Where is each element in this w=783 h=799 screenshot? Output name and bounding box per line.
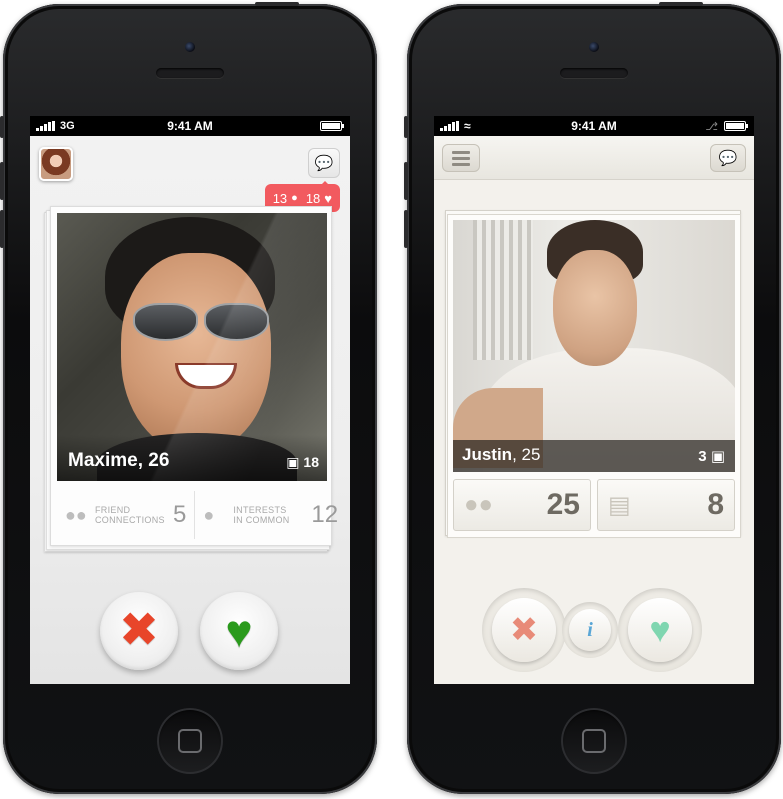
info-icon: i	[587, 618, 593, 641]
profile-card[interactable]: Maxime, 26 ▣ 18 ●● FRIEND CONNECTIONS 5 …	[50, 206, 338, 546]
interests-stat[interactable]: ● INTERESTS IN COMMON 12	[194, 491, 346, 539]
heart-icon: ♥	[225, 605, 253, 657]
user-avatar[interactable]	[39, 147, 73, 181]
bluetooth-icon: ⎇	[705, 120, 718, 133]
status-time: 9:41 AM	[167, 119, 213, 133]
swipe-screen: 💬 13 ● 18 ♥ Maxime, 26 ▣ 18 ●● FRIEND CO…	[30, 136, 350, 684]
profile-stats: ●● 25 ▤ 8	[453, 479, 735, 531]
battery-icon	[320, 121, 344, 131]
photo-face	[553, 250, 637, 366]
chat-bubble-icon: 💬	[718, 150, 738, 167]
friend-connections-stat[interactable]: ●● FRIEND CONNECTIONS 5	[57, 491, 194, 539]
x-icon: ✖	[118, 604, 160, 657]
battery-icon	[724, 121, 748, 131]
profile-photo[interactable]: Justin, 25 3 ▣	[453, 220, 735, 472]
front-camera	[589, 42, 599, 52]
photo-count: ▣ 18	[286, 454, 319, 471]
chat-bubble-icon: 💬	[314, 155, 334, 172]
reject-button[interactable]: ✖	[492, 598, 556, 662]
swipe-screen: 💬 Justin, 25 3 ▣ ●● 25 ▤ 8 ✖ i ♥	[434, 136, 754, 684]
interests-icon: ●	[203, 504, 215, 525]
phone-left: 3G 9:41 AM 💬 13 ● 18 ♥ Maxime, 26 ▣ 18 ●…	[0, 2, 377, 794]
reject-button[interactable]: ✖	[100, 592, 178, 670]
top-bar: 💬	[434, 136, 754, 180]
screen-right: ≈ 9:41 AM ⎇ 💬 Justin, 25 3 ▣ ●● 25 ▤ 8 ✖…	[434, 116, 754, 684]
profile-name: Maxime, 26	[68, 450, 170, 471]
info-button-well: i	[562, 602, 618, 658]
profile-name: Justin, 25	[462, 445, 540, 465]
profile-stats: ●● FRIEND CONNECTIONS 5 ● INTERESTS IN C…	[57, 491, 338, 539]
status-bar: ≈ 9:41 AM ⎇	[434, 116, 754, 136]
messages-button[interactable]: 💬	[710, 144, 746, 172]
photo-count-value: 3	[698, 448, 707, 465]
photo-window-blind	[473, 220, 533, 360]
screen-left: 3G 9:41 AM 💬 13 ● 18 ♥ Maxime, 26 ▣ 18 ●…	[30, 116, 350, 684]
book-icon: ▤	[608, 491, 631, 519]
mute-switch	[404, 116, 408, 138]
like-button[interactable]: ♥	[628, 598, 692, 662]
photo-count: 3 ▣	[698, 447, 725, 465]
power-button	[255, 2, 299, 6]
friends-icon: ●●	[65, 504, 87, 525]
info-button[interactable]: i	[569, 609, 611, 651]
profile-photo[interactable]: Maxime, 26 ▣ 18	[57, 213, 327, 481]
stat-label: FRIEND CONNECTIONS	[95, 505, 165, 525]
volume-up-button	[0, 162, 4, 200]
profile-first-name: Justin	[462, 445, 513, 464]
messages-button[interactable]: 💬	[308, 148, 340, 178]
heart-icon: ♥	[649, 609, 671, 650]
power-button	[659, 2, 703, 6]
profile-age: , 25	[512, 445, 541, 464]
stat-value: 25	[546, 488, 580, 521]
stat-value: 5	[173, 501, 187, 528]
camera-icon: ▣	[710, 448, 725, 465]
stat-label: INTERESTS IN COMMON	[233, 505, 290, 525]
volume-down-button	[0, 210, 4, 248]
volume-down-button	[404, 210, 408, 248]
x-icon: ✖	[509, 611, 539, 649]
profile-card[interactable]: Justin, 25 3 ▣ ●● 25 ▤ 8	[447, 214, 741, 538]
front-camera	[185, 42, 195, 52]
earpiece-speaker	[560, 68, 628, 78]
status-bar: 3G 9:41 AM	[30, 116, 350, 136]
stat-value: 8	[707, 488, 724, 521]
earpiece-speaker	[156, 68, 224, 78]
interests-stat[interactable]: ▤ 8	[597, 479, 735, 531]
action-tray: ✖ i ♥	[482, 588, 706, 672]
volume-up-button	[404, 162, 408, 200]
stat-value: 12	[311, 501, 339, 528]
friends-stat[interactable]: ●● 25	[453, 479, 591, 531]
phone-right: ≈ 9:41 AM ⎇ 💬 Justin, 25 3 ▣ ●● 25 ▤ 8 ✖…	[404, 2, 781, 794]
home-button[interactable]	[561, 708, 627, 774]
home-button[interactable]	[157, 708, 223, 774]
menu-icon	[452, 150, 470, 154]
photo-count-value: 18	[303, 454, 319, 470]
card-stack: Maxime, 26 ▣ 18 ●● FRIEND CONNECTIONS 5 …	[42, 200, 338, 560]
mockup-stage: 3G 9:41 AM 💬 13 ● 18 ♥ Maxime, 26 ▣ 18 ●…	[0, 0, 783, 799]
mute-switch	[0, 116, 4, 138]
menu-button[interactable]	[442, 144, 480, 172]
like-button[interactable]: ♥	[200, 592, 278, 670]
like-button-well: ♥	[618, 588, 702, 672]
camera-icon: ▣	[286, 454, 300, 470]
friends-icon: ●●	[464, 491, 493, 518]
reject-button-well: ✖	[482, 588, 566, 672]
